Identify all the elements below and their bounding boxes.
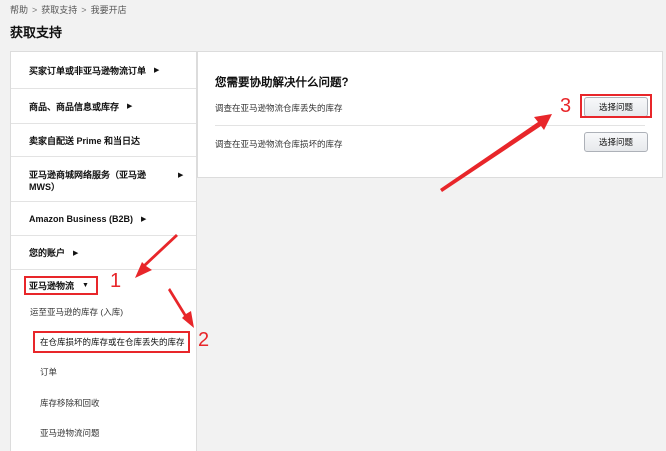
support-category-sidebar: 买家订单或非亚马逊物流订单 ▶ 商品、商品信息或库存 ▶ 卖家自配送 Prime… xyxy=(10,51,197,451)
breadcrumb-get-support[interactable]: 获取支持 xyxy=(41,3,77,16)
sidebar-item-label: Amazon Business (B2B) xyxy=(29,213,134,224)
question-lost-inventory: 调查在亚马逊物流仓库丢失的库存 xyxy=(215,103,343,113)
caret-right-icon: ▶ xyxy=(154,67,160,74)
breadcrumb-open-store[interactable]: 我要开店 xyxy=(91,3,127,16)
sidebar-item-label: 买家订单或非亚马逊物流订单 xyxy=(29,65,147,76)
sidebar-item-fba[interactable]: 亚马逊物流 ▼ xyxy=(11,270,196,300)
sidebar-item-label: 卖家自配送 Prime 和当日达 xyxy=(29,135,141,146)
select-question-button[interactable]: 选择问题 xyxy=(584,97,648,117)
annotation-number-2: 2 xyxy=(198,329,210,351)
caret-down-icon: ▼ xyxy=(82,281,89,289)
caret-right-icon: ▶ xyxy=(73,249,79,257)
sidebar-item-mws[interactable]: 亚马逊商城网络服务（亚马逊 MWS） ▶ xyxy=(11,157,196,202)
select-question-button[interactable]: 选择问题 xyxy=(584,132,648,152)
annotation-number-3: 3 xyxy=(560,95,572,117)
panel-title: 您需要协助解决什么问题? xyxy=(215,77,349,89)
sidebar-item-label: 亚马逊物流 xyxy=(29,280,75,291)
annotation-number-1: 1 xyxy=(110,270,122,292)
subitem-inbound-inventory[interactable]: 运至亚马逊的库存 (入库) xyxy=(30,306,123,318)
caret-right-icon: ▶ xyxy=(141,215,147,223)
sidebar-item-seller-prime[interactable]: 卖家自配送 Prime 和当日达 xyxy=(11,124,196,157)
subitem-fba-issues[interactable]: 亚马逊物流问题 xyxy=(40,427,100,439)
caret-right-icon: ▶ xyxy=(127,103,133,110)
sidebar-item-label: 亚马逊商城网络服务（亚马逊 MWS） xyxy=(29,170,147,192)
breadcrumb: 帮助 > 获取支持 > 我要开店 xyxy=(10,3,127,16)
sidebar-item-products[interactable]: 商品、商品信息或库存 ▶ xyxy=(11,89,196,124)
breadcrumb-separator: > xyxy=(81,4,87,15)
breadcrumb-help[interactable]: 帮助 xyxy=(10,3,28,16)
subitem-orders[interactable]: 订单 xyxy=(40,366,57,378)
breadcrumb-separator: > xyxy=(32,4,38,15)
divider xyxy=(215,125,645,126)
caret-right-icon: ▶ xyxy=(178,172,184,179)
page-title: 获取支持 xyxy=(10,25,63,40)
sidebar-item-amazon-business[interactable]: Amazon Business (B2B) ▶ xyxy=(11,202,196,236)
subitem-removal-disposal[interactable]: 库存移除和回收 xyxy=(40,397,100,409)
subitem-damaged-lost-inventory[interactable]: 在仓库损坏的库存或在仓库丢失的库存 xyxy=(40,336,185,348)
sidebar-item-label: 商品、商品信息或库存 xyxy=(29,101,120,112)
sidebar-item-label: 您的账户 xyxy=(29,248,66,258)
question-damaged-inventory: 调查在亚马逊物流仓库损坏的库存 xyxy=(215,139,343,149)
sidebar-item-your-account[interactable]: 您的账户 ▶ xyxy=(11,236,196,270)
sidebar-item-buyer-orders[interactable]: 买家订单或非亚马逊物流订单 ▶ xyxy=(11,52,196,89)
